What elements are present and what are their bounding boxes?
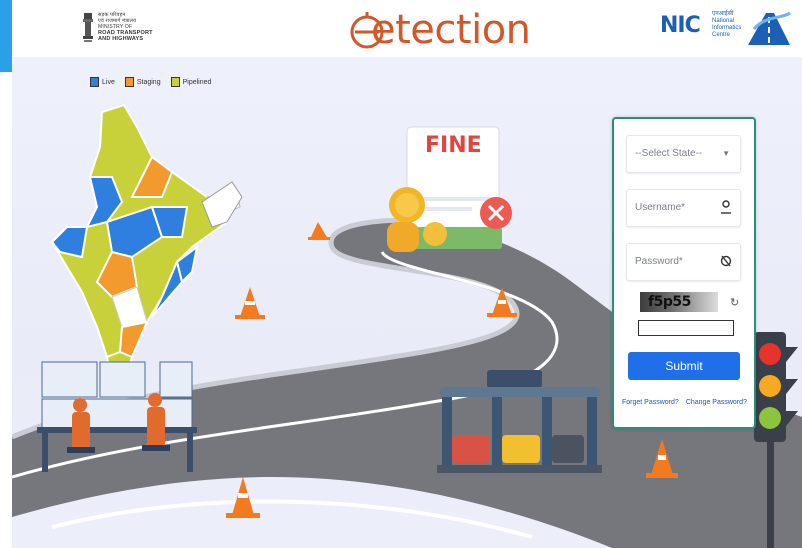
national-emblem-icon <box>83 13 93 42</box>
password-field[interactable]: Password* <box>626 243 741 281</box>
captcha-input[interactable] <box>638 320 734 336</box>
hero-illustration: Live Staging Pipelined FINE --Select Sta… <box>12 57 802 548</box>
traffic-cone <box>235 287 265 319</box>
ministry-line3: AND HIGHWAYS <box>98 36 144 42</box>
nic-mark: NIC <box>660 13 701 38</box>
nic-logo: NIC एनआईसी National Informatics Centre <box>660 9 800 49</box>
header: सड़क परिवहन एवं राजमार्ग मंत्रालय MINIST… <box>12 0 802 58</box>
nic-line3: Centre <box>712 32 731 38</box>
state-select-value: --Select State-- <box>635 148 703 159</box>
brand-text: etection <box>371 7 531 53</box>
user-icon <box>721 200 731 214</box>
captcha-image: f5p55 <box>640 292 718 312</box>
state-select[interactable]: --Select State-- ▼ <box>626 135 741 173</box>
eye-slash-icon[interactable] <box>720 254 732 268</box>
nic-text: एनआईसी National Informatics Centre <box>712 11 741 39</box>
left-accent-strip <box>0 0 12 72</box>
highway-road-icon <box>748 11 791 45</box>
change-password-link[interactable]: Change Password? <box>686 399 747 406</box>
traffic-cone <box>226 477 260 518</box>
nic-hindi: एनआईसी <box>712 11 734 17</box>
forgot-password-link[interactable]: Forget Password? <box>622 399 679 406</box>
username-placeholder: Username* <box>635 202 686 213</box>
ministry-text: सड़क परिवहन एवं राजमार्ग मंत्रालय MINIST… <box>98 12 153 42</box>
password-placeholder: Password* <box>635 256 683 267</box>
ministry-logo: सड़क परिवहन एवं राजमार्ग मंत्रालय MINIST… <box>82 10 172 48</box>
chevron-down-icon: ▼ <box>722 149 730 158</box>
page: सड़क परिवहन एवं राजमार्ग मंत्रालय MINIST… <box>0 0 802 548</box>
india-map <box>50 103 243 394</box>
fine-sign-text: FINE <box>425 133 482 158</box>
captcha-text: f5p55 <box>648 294 691 310</box>
nic-line2: Informatics <box>712 25 742 31</box>
nic-line1: National <box>712 18 735 24</box>
road-lane-marking-lower <box>51 499 533 539</box>
edetection-logo: etection <box>347 6 537 54</box>
submit-button[interactable]: Submit <box>628 352 740 380</box>
account-links: Forget Password? Change Password? <box>622 399 754 406</box>
traffic-cone <box>308 222 330 240</box>
username-field[interactable]: Username* <box>626 189 741 227</box>
login-panel: --Select State-- ▼ Username* Password* f… <box>612 117 756 429</box>
refresh-captcha-icon[interactable]: ↻ <box>730 296 739 309</box>
